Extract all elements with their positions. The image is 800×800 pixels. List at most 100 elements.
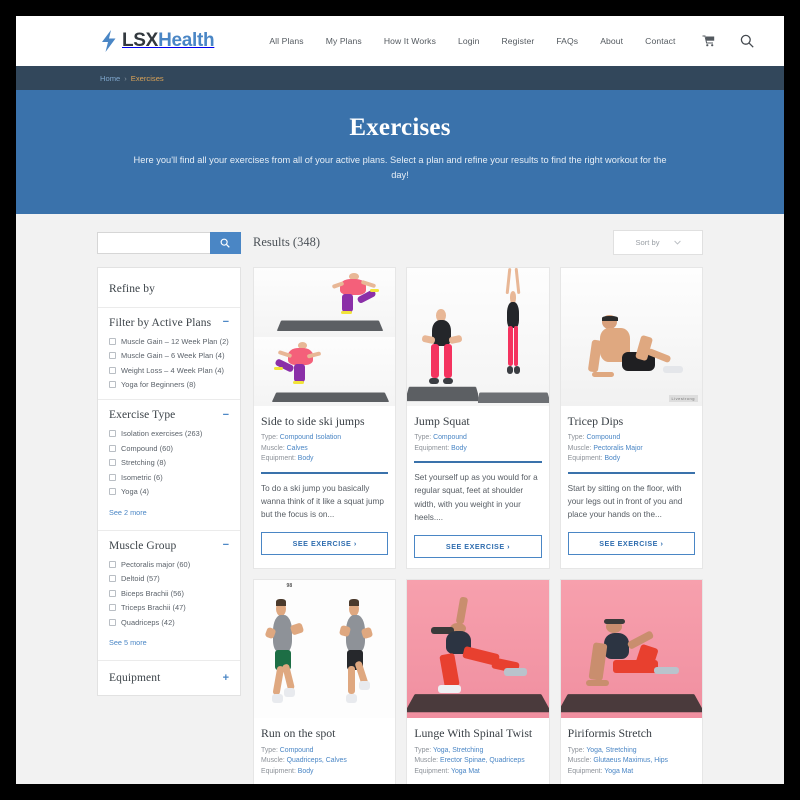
nav-item-register[interactable]: Register	[502, 36, 535, 46]
search-submit-button[interactable]	[209, 231, 241, 254]
facet-option[interactable]: Muscle Gain – 12 Week Plan (2)	[109, 337, 229, 346]
checkbox[interactable]	[109, 575, 116, 583]
checkbox[interactable]	[109, 444, 116, 452]
meta-value-equipment[interactable]: Body	[298, 455, 314, 462]
card-meta-type: Type: Compound	[414, 433, 541, 443]
checkbox[interactable]	[109, 352, 116, 360]
meta-value-type[interactable]: Yoga, Stretching	[433, 747, 483, 754]
facet-option[interactable]: Deltoid (57)	[109, 574, 229, 583]
header-search-icon[interactable]	[740, 34, 754, 48]
facet-option[interactable]: Compound (60)	[109, 444, 229, 453]
meta-value-equipment[interactable]: Yoga Mat	[451, 768, 480, 775]
meta-value-equipment[interactable]: Body	[451, 445, 467, 452]
brand-logo[interactable]: LSXHealth	[100, 29, 215, 52]
facet-option[interactable]: Weight Loss – 4 Week Plan (4)	[109, 366, 229, 375]
card-image[interactable]: 98	[254, 580, 396, 719]
facet-header[interactable]: Filter by Active Plans −	[98, 308, 240, 337]
checkbox[interactable]	[109, 589, 116, 597]
checkbox[interactable]	[109, 337, 116, 345]
facet-option[interactable]: Quadriceps (42)	[109, 618, 229, 627]
facet-header[interactable]: Equipment +	[98, 661, 240, 695]
see-exercise-button[interactable]: SEE EXERCISE ›	[261, 532, 389, 556]
nav-item-login[interactable]: Login	[458, 36, 480, 46]
facet-option-label: Muscle Gain – 12 Week Plan (2)	[121, 336, 229, 346]
sort-by-select[interactable]: Sort by	[613, 230, 703, 256]
see-exercise-button[interactable]: SEE EXERCISE ›	[567, 532, 695, 556]
meta-value-type[interactable]: Compound	[433, 434, 467, 441]
card-image[interactable]	[560, 580, 702, 719]
meta-value-muscle[interactable]: Glutaeus Maximus, Hips	[593, 757, 668, 764]
facet-option[interactable]: Isometric (6)	[109, 473, 229, 482]
meta-value-equipment[interactable]: Yoga Mat	[604, 768, 633, 775]
facet-see-more-link[interactable]: See 5 more	[109, 638, 147, 647]
card-meta-muscle: Muscle: Erector Spinae, Quadriceps	[414, 756, 541, 766]
meta-value-type[interactable]: Compound	[586, 434, 620, 441]
facet-title: Muscle Group	[109, 539, 177, 552]
checkbox[interactable]	[109, 381, 116, 389]
cart-icon[interactable]	[698, 35, 715, 47]
facet-option[interactable]: Muscle Gain – 6 Week Plan (4)	[109, 351, 229, 360]
facet-exercise-type: Exercise Type − Isolation exercises (263…	[98, 400, 240, 531]
checkbox[interactable]	[109, 618, 116, 626]
meta-value-type[interactable]: Yoga, Stretching	[586, 747, 636, 754]
checkbox[interactable]	[109, 560, 116, 568]
results-count: Results (348)	[253, 235, 321, 250]
card-image[interactable]: Livestrong	[560, 267, 702, 406]
exercise-card[interactable]: Livestrong Tricep Dips Type: Compound Mu…	[559, 266, 703, 570]
facet-header[interactable]: Muscle Group −	[98, 531, 240, 560]
card-description: Set yourself up as you would for a regul…	[414, 473, 538, 522]
search-input[interactable]	[97, 231, 210, 254]
card-image[interactable]	[407, 267, 549, 406]
meta-value-muscle[interactable]: Quadriceps, Calves	[287, 757, 347, 764]
checkbox[interactable]	[109, 604, 116, 612]
meta-value-type[interactable]: Compound	[280, 747, 314, 754]
facet-header[interactable]: Exercise Type −	[98, 400, 240, 429]
nav-item-faqs[interactable]: FAQs	[556, 36, 578, 46]
nav-item-all-plans[interactable]: All Plans	[269, 36, 303, 46]
meta-value-type[interactable]: Compound Isolation	[280, 434, 341, 441]
card-image[interactable]	[254, 267, 396, 406]
facet-toggle-icon[interactable]: −	[223, 540, 229, 551]
facet-option[interactable]: Isolation exercises (263)	[109, 429, 229, 438]
checkbox[interactable]	[109, 473, 116, 481]
card-image[interactable]	[407, 580, 549, 719]
facet-toggle-icon[interactable]: −	[223, 409, 229, 421]
meta-value-muscle[interactable]: Erector Spinae, Quadriceps	[440, 757, 525, 764]
card-meta-equipment: Equipment: Yoga Mat	[414, 767, 541, 777]
facet-equipment: Equipment +	[98, 661, 240, 695]
exercise-card[interactable]: Jump Squat Type: Compound Equipment: Bod…	[406, 266, 550, 570]
exercise-card[interactable]: Side to side ski jumps Type: Compound Is…	[253, 266, 397, 570]
meta-value-equipment[interactable]: Body	[604, 455, 620, 462]
exercise-card[interactable]: Piriformis Stretch Type: Yoga, Stretchin…	[559, 579, 703, 784]
exercise-card[interactable]: 98 Run on the spot Type: Compound Muscle…	[253, 579, 397, 784]
breadcrumb-home[interactable]: Home	[100, 74, 120, 83]
nav-item-my-plans[interactable]: My Plans	[326, 36, 362, 46]
facet-option[interactable]: Pectoralis major (60)	[109, 560, 229, 569]
nav-item-about[interactable]: About	[600, 36, 623, 46]
checkbox[interactable]	[109, 488, 116, 496]
meta-label-muscle: Muscle:	[567, 757, 592, 765]
nav-item-how-it-works[interactable]: How It Works	[384, 36, 436, 46]
facet-option[interactable]: Stretching (8)	[109, 458, 229, 467]
checkbox[interactable]	[109, 366, 116, 374]
exercise-card[interactable]: Lunge With Spinal Twist Type: Yoga, Stre…	[406, 579, 550, 784]
facet-option-label: Biceps Brachii (56)	[121, 588, 184, 598]
meta-value-muscle[interactable]: Calves	[287, 445, 308, 452]
facet-title: Filter by Active Plans	[109, 316, 212, 329]
facet-option[interactable]: Yoga for Beginners (8)	[109, 380, 229, 389]
facet-option[interactable]: Triceps Brachii (47)	[109, 603, 229, 612]
checkbox[interactable]	[109, 459, 116, 467]
checkbox[interactable]	[109, 430, 116, 438]
meta-value-equipment[interactable]: Body	[298, 768, 314, 775]
meta-value-muscle[interactable]: Pectoralis Major	[593, 445, 642, 452]
facet-option[interactable]: Yoga (4)	[109, 487, 229, 496]
card-title: Run on the spot	[261, 726, 336, 741]
facet-option[interactable]: Biceps Brachii (56)	[109, 589, 229, 598]
facet-toggle-icon[interactable]: +	[223, 672, 229, 684]
meta-label-equipment: Equipment:	[261, 455, 296, 463]
facet-toggle-icon[interactable]: −	[223, 317, 229, 328]
see-exercise-button[interactable]: SEE EXERCISE ›	[414, 535, 542, 559]
nav-item-contact[interactable]: Contact	[645, 36, 675, 46]
facet-see-more-link[interactable]: See 2 more	[109, 508, 147, 517]
photo-woman-pink-top-ski-jump	[254, 267, 396, 406]
